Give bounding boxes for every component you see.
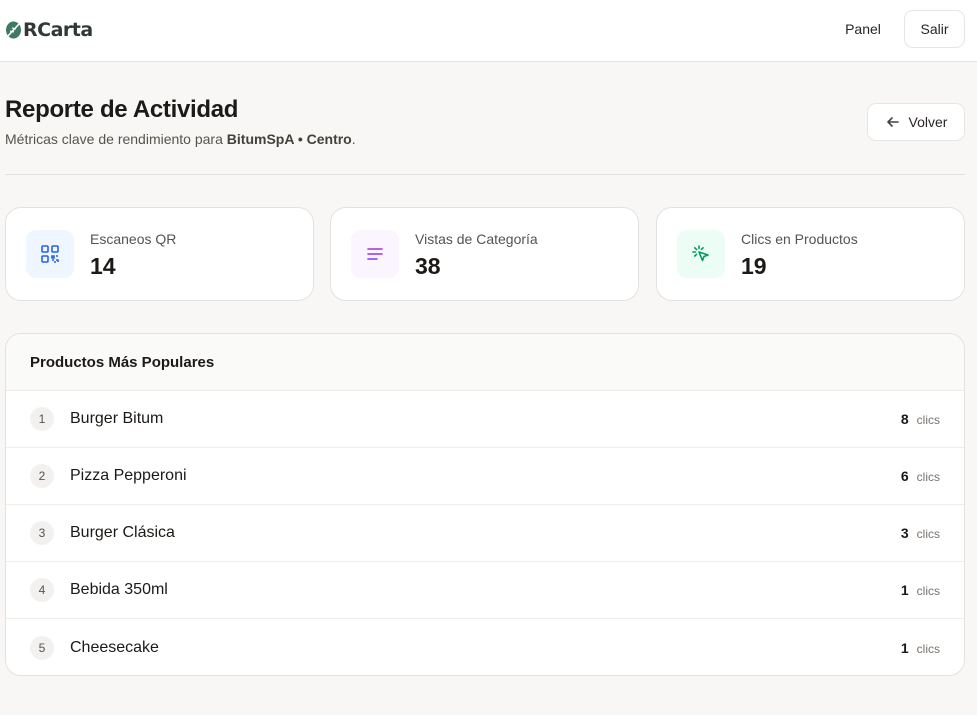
stat-card-product-clicks: Clics en Productos 19 [656, 207, 965, 301]
rank-badge: 5 [30, 635, 54, 660]
popular-products-title: Productos Más Populares [6, 334, 964, 391]
back-button-label: Volver [908, 114, 948, 130]
click-count: 1 clics [901, 640, 940, 656]
click-count-unit: clics [916, 584, 940, 598]
subtitle-suffix: . [351, 131, 356, 147]
logo-text: RCarta [23, 19, 93, 41]
rank-badge: 2 [30, 464, 54, 488]
back-button[interactable]: Volver [867, 103, 965, 141]
rank-badge: 1 [30, 407, 54, 431]
click-count-value: 6 [900, 468, 909, 484]
subtitle-separator: • [293, 131, 307, 147]
click-count-value: 1 [900, 639, 909, 656]
qr-code-icon [26, 230, 74, 278]
product-row[interactable]: 5 Cheesecake 1 clics [6, 619, 964, 675]
rank-badge: 3 [30, 521, 54, 545]
app-logo[interactable]: RCarta [5, 17, 93, 43]
product-name: Burger Clásica [70, 524, 175, 541]
branch-name: Centro [306, 131, 352, 147]
panel-link[interactable]: Panel [832, 10, 894, 48]
click-count: 6 clics [901, 468, 940, 484]
product-row[interactable]: 3 Burger Clásica 3 clics [6, 505, 964, 562]
click-count-value: 3 [900, 525, 909, 541]
stat-value: 14 [90, 253, 116, 279]
click-count-unit: clics [916, 413, 940, 427]
leaf-logo-icon [6, 21, 21, 39]
stat-label: Vistas de Categoría [415, 231, 538, 247]
list-icon [351, 230, 399, 278]
click-count: 8 clics [901, 411, 940, 427]
click-count-unit: clics [916, 470, 940, 484]
stat-card-category-views: Vistas de Categoría 38 [330, 207, 639, 301]
click-count-value: 1 [900, 582, 909, 598]
rank-badge: 4 [30, 578, 54, 602]
stat-value: 19 [741, 253, 767, 279]
product-name: Burger Bitum [70, 410, 164, 427]
click-count-value: 8 [900, 411, 909, 427]
pointer-click-icon [677, 230, 725, 278]
product-name: Bebida 350ml [70, 581, 168, 598]
subtitle-prefix: Métricas clave de rendimiento para [5, 131, 227, 147]
header-divider [5, 174, 965, 175]
product-name: Pizza Pepperoni [70, 467, 187, 484]
click-count-unit: clics [916, 641, 940, 656]
product-name: Cheesecake [70, 638, 159, 656]
product-row[interactable]: 2 Pizza Pepperoni 6 clics [6, 448, 964, 505]
stat-label: Escaneos QR [90, 231, 177, 247]
click-count: 1 clics [901, 582, 940, 598]
product-row[interactable]: 1 Burger Bitum 8 clics [6, 391, 964, 448]
click-count-unit: clics [916, 527, 940, 541]
click-count: 3 clics [901, 525, 940, 541]
product-row[interactable]: 4 Bebida 350ml 1 clics [6, 562, 964, 619]
stat-value: 38 [415, 253, 441, 279]
page-title: Reporte de Actividad [5, 96, 239, 123]
top-navbar: RCarta Panel Salir [0, 0, 977, 62]
arrow-left-icon [886, 117, 899, 127]
business-name: BitumSpA [226, 131, 294, 147]
logout-button[interactable]: Salir [904, 10, 965, 48]
popular-products-panel: Productos Más Populares 1 Burger Bitum 8… [5, 333, 965, 676]
page-subtitle: Métricas clave de rendimiento para Bitum… [5, 131, 356, 147]
stat-label: Clics en Productos [741, 231, 858, 247]
stat-card-qr-scans: Escaneos QR 14 [5, 207, 314, 301]
